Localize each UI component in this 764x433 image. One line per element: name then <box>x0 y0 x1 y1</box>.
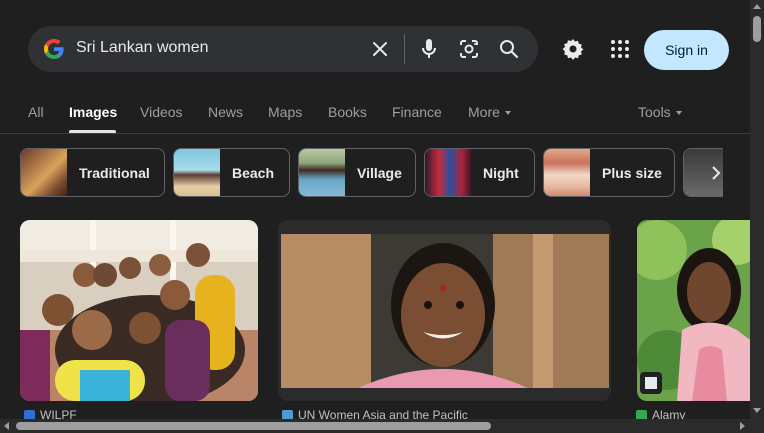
result-image <box>637 220 750 401</box>
chip-beach[interactable]: Beach <box>173 148 290 197</box>
chip-label: Night <box>483 164 519 181</box>
scrollbar-corner <box>750 419 764 433</box>
tools-label: Tools <box>638 104 671 120</box>
scroll-up-arrow-icon[interactable] <box>753 4 761 9</box>
tab-more[interactable]: More <box>468 104 511 120</box>
chip-label: Plus size <box>602 164 662 181</box>
scroll-down-arrow-icon[interactable] <box>753 408 761 413</box>
image-result-card[interactable] <box>20 220 258 401</box>
apps-grid-icon[interactable] <box>608 37 632 61</box>
tab-all[interactable]: All <box>28 104 44 120</box>
active-tab-indicator <box>69 130 116 133</box>
chip-thumbnail <box>174 149 220 196</box>
searchbox-divider <box>404 34 405 64</box>
tab-books[interactable]: Books <box>328 104 367 120</box>
chip-traditional[interactable]: Traditional <box>20 148 165 197</box>
chevron-down-icon <box>504 111 511 116</box>
chip-night[interactable]: Night <box>424 148 535 197</box>
camera-lens-icon[interactable] <box>457 37 481 61</box>
image-results-grid: WILPF UN Women Asia and the Pacific Alam… <box>0 220 750 422</box>
chevron-down-icon <box>675 111 682 116</box>
result-image <box>20 220 258 401</box>
tools-button[interactable]: Tools <box>638 104 682 120</box>
chip-village[interactable]: Village <box>298 148 416 197</box>
tab-finance[interactable]: Finance <box>392 104 442 120</box>
horizontal-scrollbar[interactable] <box>0 419 750 433</box>
result-image <box>278 220 611 401</box>
tab-maps[interactable]: Maps <box>268 104 302 120</box>
chip-thumbnail <box>299 149 345 196</box>
search-box[interactable]: Sri Lankan women <box>28 26 538 72</box>
chip-label: Village <box>357 164 402 181</box>
refinement-chips: Traditional Beach Village Night Plus siz… <box>0 148 750 198</box>
clear-icon[interactable] <box>368 37 392 61</box>
horizontal-scroll-thumb[interactable] <box>16 422 491 430</box>
search-icon[interactable] <box>497 37 521 61</box>
chip-plus-size[interactable]: Plus size <box>543 148 675 197</box>
chevron-right-icon[interactable] <box>703 160 729 186</box>
google-logo-icon <box>44 39 64 59</box>
vertical-scrollbar[interactable] <box>750 0 764 419</box>
tab-images[interactable]: Images <box>69 104 117 120</box>
gear-icon[interactable] <box>561 37 585 61</box>
image-result-card[interactable] <box>278 220 611 401</box>
chip-label: Beach <box>232 164 275 181</box>
chip-thumbnail <box>544 149 590 196</box>
chip-label: Traditional <box>79 164 150 181</box>
search-input[interactable]: Sri Lankan women <box>76 39 209 57</box>
tab-videos[interactable]: Videos <box>140 104 183 120</box>
sign-in-button[interactable]: Sign in <box>644 30 729 70</box>
chip-thumbnail <box>425 149 471 196</box>
search-tabs: All Images Videos News Maps Books Financ… <box>0 96 750 134</box>
tab-news[interactable]: News <box>208 104 243 120</box>
scroll-left-arrow-icon[interactable] <box>4 422 9 430</box>
tab-more-label: More <box>468 104 500 120</box>
vertical-scroll-thumb[interactable] <box>753 16 761 42</box>
image-result-card[interactable] <box>637 220 750 401</box>
scroll-right-arrow-icon[interactable] <box>740 422 745 430</box>
microphone-icon[interactable] <box>417 37 441 61</box>
chip-thumbnail <box>21 149 67 196</box>
top-bar: Sri Lankan women Sign in <box>0 0 750 96</box>
